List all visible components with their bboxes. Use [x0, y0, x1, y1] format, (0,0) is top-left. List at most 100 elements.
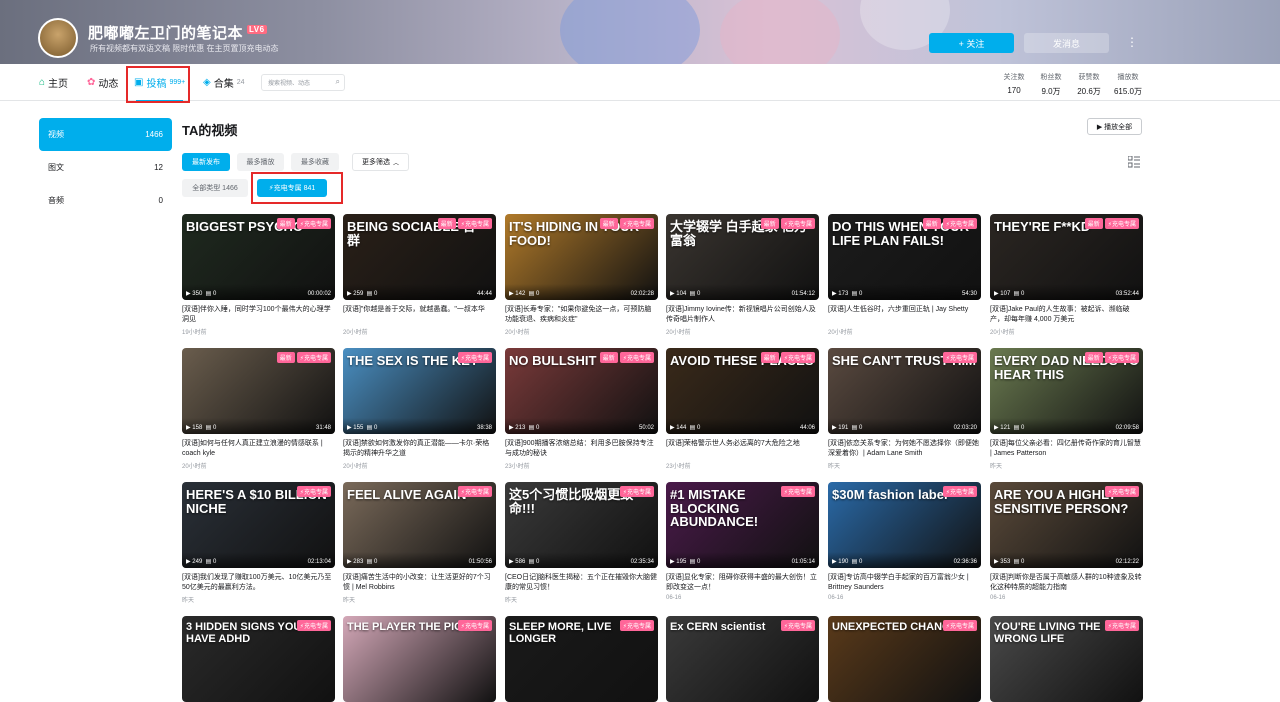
badge-group: ⚡充电专属: [457, 486, 492, 497]
video-title[interactable]: [双语]显化专家：阻碍你获得丰盛的最大创伤！立即改变这一点！: [666, 573, 819, 593]
video-thumbnail[interactable]: EVERY DAD NEEDS TO HEAR THIS 最新 ⚡充电专属 ▶ 121…: [990, 348, 1143, 434]
video-date: 20小时前: [343, 464, 368, 470]
video-thumbnail[interactable]: THEY'RE F**KD 最新 ⚡充电专属 ▶ 107 ▤ 0 03:52:44: [990, 214, 1143, 300]
badge-group: 最新 ⚡充电专属: [760, 352, 815, 363]
video-thumbnail[interactable]: DO THIS WHEN YOUR LIFE PLAN FAILS! 最新 ⚡充电专…: [828, 214, 981, 300]
sort-most-played[interactable]: 最多播放: [237, 153, 284, 171]
video-thumbnail[interactable]: IT'S HIDING IN YOUR FOOD! 最新 ⚡充电专属 ▶ 142 ▤ …: [505, 214, 658, 300]
avatar[interactable]: [38, 18, 78, 58]
video-title[interactable]: [双语]长寿专家："如果你避免这一点，可预防脑功能衰退、疾病和炎症": [505, 305, 658, 325]
stat-following[interactable]: 关注数 170: [994, 72, 1034, 95]
search-icon[interactable]: ⌕: [336, 77, 340, 87]
type-all[interactable]: 全部类型 1466: [182, 179, 248, 197]
follow-button[interactable]: + 关注: [929, 33, 1014, 53]
video-card[interactable]: UNEXPECTED CHANGE ⚡充电专属: [828, 616, 981, 702]
video-card[interactable]: SLEEP MORE, LIVE LONGER ⚡充电专属: [505, 616, 658, 702]
video-title[interactable]: [双语]每位父亲必看：四亿册传奇作家的育儿智慧 | James Patterso…: [990, 439, 1143, 459]
video-thumbnail[interactable]: SLEEP MORE, LIVE LONGER ⚡充电专属: [505, 616, 658, 702]
more-options-icon[interactable]: ⋮: [1124, 33, 1140, 53]
video-card[interactable]: 3 HIDDEN SIGNS YOU HAVE ADHD ⚡充电专属: [182, 616, 335, 702]
video-thumbnail[interactable]: BEING SOCIABLE 合 群最新 ⚡充电专属 ▶ 259 ▤ 0 44:44: [343, 214, 496, 300]
video-card[interactable]: HERE'S A $10 BILLION NICHE ⚡充电专属 ▶ 249 ▤ 0…: [182, 482, 335, 604]
video-title[interactable]: [双语]Jake Paul的人生故事：被起诉、濒临破产，却每年赚 4,000 万…: [990, 305, 1143, 325]
video-thumbnail[interactable]: 最新 ⚡充电专属 ▶ 158 ▤ 0 31:48: [182, 348, 335, 434]
video-card[interactable]: $30M fashion label ⚡充电专属 ▶ 190 ▤ 0 02:36:36…: [828, 482, 981, 601]
video-thumbnail[interactable]: BIGGEST PSYCHO 最新 ⚡充电专属 ▶ 350 ▤ 0 00:00:02: [182, 214, 335, 300]
tab-collections[interactable]: ◈ 合集 24: [203, 64, 245, 101]
sidebar-item-article[interactable]: 图文 12: [39, 151, 172, 184]
video-title[interactable]: [双语]伴你入睡，同时学习100个最伟大的心理学洞见: [182, 305, 335, 325]
tab-home[interactable]: ⌂ 主页: [39, 64, 68, 101]
tab-dynamic[interactable]: ✿ 动态: [87, 64, 118, 101]
video-title[interactable]: [双语]判断你是否属于高敏感人群的10种迹象及转化这种特质的超能力指南: [990, 573, 1143, 593]
sort-latest[interactable]: 最新发布: [182, 153, 230, 171]
video-card[interactable]: EVERY DAD NEEDS TO HEAR THIS 最新 ⚡充电专属 ▶ 121…: [990, 348, 1143, 470]
video-title[interactable]: [双语]禁欲如何激发你的真正潜能——卡尔·荣格揭示的精神升华之道: [343, 439, 496, 459]
video-card[interactable]: 大学辍学 白手起家 亿万富翁 最新 ⚡充电专属 ▶ 104 ▤ 0 01:54:12 [双…: [666, 214, 819, 336]
video-thumbnail[interactable]: HERE'S A $10 BILLION NICHE ⚡充电专属 ▶ 249 ▤ 0…: [182, 482, 335, 568]
video-thumbnail[interactable]: $30M fashion label ⚡充电专属 ▶ 190 ▤ 0 02:36:36: [828, 482, 981, 568]
highlight-box-charge: [251, 172, 343, 204]
danmaku-icon: ▤: [205, 559, 212, 565]
video-card[interactable]: DO THIS WHEN YOUR LIFE PLAN FAILS! 最新 ⚡充电专…: [828, 214, 981, 336]
video-card[interactable]: ARE YOU A HIGHLY SENSITIVE PERSON? ⚡充电专属 ▶…: [990, 482, 1143, 601]
more-filter-dropdown[interactable]: 更多筛选 ︿: [352, 153, 409, 171]
video-thumbnail[interactable]: 3 HIDDEN SIGNS YOU HAVE ADHD ⚡充电专属: [182, 616, 335, 702]
video-thumbnail[interactable]: YOU'RE LIVING THE WRONG LIFE ⚡充电专属: [990, 616, 1143, 702]
video-thumbnail[interactable]: Ex CERN scientist ⚡充电专属: [666, 616, 819, 702]
video-thumbnail[interactable]: THE SEX IS THE KEY ⚡充电专属 ▶ 155 ▤ 0 38:38: [343, 348, 496, 434]
video-card[interactable]: BEING SOCIABLE 合 群最新 ⚡充电专属 ▶ 259 ▤ 0 44:44 […: [343, 214, 496, 336]
video-card[interactable]: SHE CAN'T TRUST HIM ⚡充电专属 ▶ 191 ▤ 0 02:03:2…: [828, 348, 981, 470]
video-thumbnail[interactable]: ARE YOU A HIGHLY SENSITIVE PERSON? ⚡充电专属 ▶…: [990, 482, 1143, 568]
video-thumbnail[interactable]: NO BULLSHIT 最新 ⚡充电专属 ▶ 213 ▤ 0 50:02: [505, 348, 658, 434]
video-card[interactable]: IT'S HIDING IN YOUR FOOD! 最新 ⚡充电专属 ▶ 142 ▤ …: [505, 214, 658, 336]
video-title[interactable]: [双语]依恋关系专家：为何她不愿选择你（即便她深爱着你）| Adam Lane …: [828, 439, 981, 459]
video-title[interactable]: [双语]我们发现了赚取100万美元、10亿美元乃至50亿美元的最赢利方法。: [182, 573, 335, 593]
video-thumbnail[interactable]: FEEL ALIVE AGAIN ⚡充电专属 ▶ 283 ▤ 0 01:50:56: [343, 482, 496, 568]
video-card[interactable]: THEY'RE F**KD 最新 ⚡充电专属 ▶ 107 ▤ 0 03:52:44 [双语…: [990, 214, 1143, 336]
badge-group: ⚡充电专属: [942, 486, 977, 497]
video-thumbnail[interactable]: SHE CAN'T TRUST HIM ⚡充电专属 ▶ 191 ▤ 0 02:03:2…: [828, 348, 981, 434]
video-card[interactable]: BIGGEST PSYCHO 最新 ⚡充电专属 ▶ 350 ▤ 0 00:00:02 [双…: [182, 214, 335, 336]
video-thumbnail[interactable]: AVOID THESE PLACES 最新 ⚡充电专属 ▶ 144 ▤ 0 44:06: [666, 348, 819, 434]
video-card[interactable]: YOU'RE LIVING THE WRONG LIFE ⚡充电专属: [990, 616, 1143, 702]
video-title[interactable]: [双语]专访高中辍学白手起家的百万富翁少女 | Brittney Saunder…: [828, 573, 981, 593]
video-card[interactable]: 这5个习惯比吸烟更致命!!! ⚡充电专属 ▶ 586 ▤ 0 02:35:34 [CEO…: [505, 482, 658, 604]
video-card[interactable]: 最新 ⚡充电专属 ▶ 158 ▤ 0 31:48 [双语]如何与任何人真正建立浪漫的情感…: [182, 348, 335, 470]
sort-most-favorited[interactable]: 最多收藏: [291, 153, 339, 171]
play-all-button[interactable]: ▶ 播放全部: [1087, 118, 1142, 135]
video-title[interactable]: [双语]人生低谷时，六步重回正轨 | Jay Shetty: [828, 305, 981, 325]
video-thumbnail[interactable]: 大学辍学 白手起家 亿万富翁 最新 ⚡充电专属 ▶ 104 ▤ 0 01:54:12: [666, 214, 819, 300]
video-title[interactable]: [双语]荣格警示世人务必远离的7大危险之地: [666, 439, 819, 459]
charge-exclusive-badge: ⚡充电专属: [942, 352, 977, 363]
duration: 02:13:04: [307, 559, 331, 565]
video-thumbnail[interactable]: THE PLAYER THE PICK ME ⚡充电专属: [343, 616, 496, 702]
video-title[interactable]: [双语]900期播客浓缩总结：利用多巴胺保持专注与成功的秘诀: [505, 439, 658, 459]
sidebar-item-video[interactable]: 视频 1466: [39, 118, 172, 151]
video-card[interactable]: THE SEX IS THE KEY ⚡充电专属 ▶ 155 ▤ 0 38:38 [双语…: [343, 348, 496, 470]
video-title[interactable]: [CEO日记]脑科医生揭秘：五个正在摧毁你大脑健康的常见习惯！: [505, 573, 658, 593]
video-title[interactable]: [双语]Jimmy Iovine传：新视镜唱片公司创始人及传奇唱片制作人: [666, 305, 819, 325]
search-input[interactable]: 搜索视频、动态 ⌕: [261, 74, 345, 91]
video-date: 23小时前: [666, 464, 691, 470]
stat-likes: 获赞数 20.6万: [1069, 72, 1109, 97]
grid-view-icon[interactable]: [1128, 156, 1140, 168]
video-title[interactable]: [双语]"你越是善于交际，就越愚蠢。"一叔本华: [343, 305, 496, 325]
video-thumbnail[interactable]: #1 MISTAKE BLOCKING ABUNDANCE! ⚡充电专属 ▶ 195…: [666, 482, 819, 568]
video-card[interactable]: Ex CERN scientist ⚡充电专属: [666, 616, 819, 702]
video-title[interactable]: [双语]如何与任何人真正建立浪漫的情感联系 | coach kyle: [182, 439, 335, 459]
danmaku-icon: ▤: [528, 559, 535, 565]
video-card[interactable]: FEEL ALIVE AGAIN ⚡充电专属 ▶ 283 ▤ 0 01:50:56 [双…: [343, 482, 496, 604]
message-button[interactable]: 发消息: [1024, 33, 1109, 53]
video-card[interactable]: #1 MISTAKE BLOCKING ABUNDANCE! ⚡充电专属 ▶ 195…: [666, 482, 819, 601]
video-card[interactable]: AVOID THESE PLACES 最新 ⚡充电专属 ▶ 144 ▤ 0 44:06 […: [666, 348, 819, 470]
video-thumbnail[interactable]: UNEXPECTED CHANGE ⚡充电专属: [828, 616, 981, 702]
new-badge: 最新: [599, 218, 618, 229]
video-card[interactable]: NO BULLSHIT 最新 ⚡充电专属 ▶ 213 ▤ 0 50:02 [双语]900期…: [505, 348, 658, 470]
video-title[interactable]: [双语]痛苦生活中的小改变：让生活更好的7个习惯 | Mel Robbins: [343, 573, 496, 593]
video-card[interactable]: THE PLAYER THE PICK ME ⚡充电专属: [343, 616, 496, 702]
stat-fans[interactable]: 粉丝数 9.0万: [1031, 72, 1071, 97]
sidebar-item-audio[interactable]: 音频 0: [39, 184, 172, 217]
video-thumbnail[interactable]: 这5个习惯比吸烟更致命!!! ⚡充电专属 ▶ 586 ▤ 0 02:35:34: [505, 482, 658, 568]
play-count: 144: [676, 425, 687, 431]
